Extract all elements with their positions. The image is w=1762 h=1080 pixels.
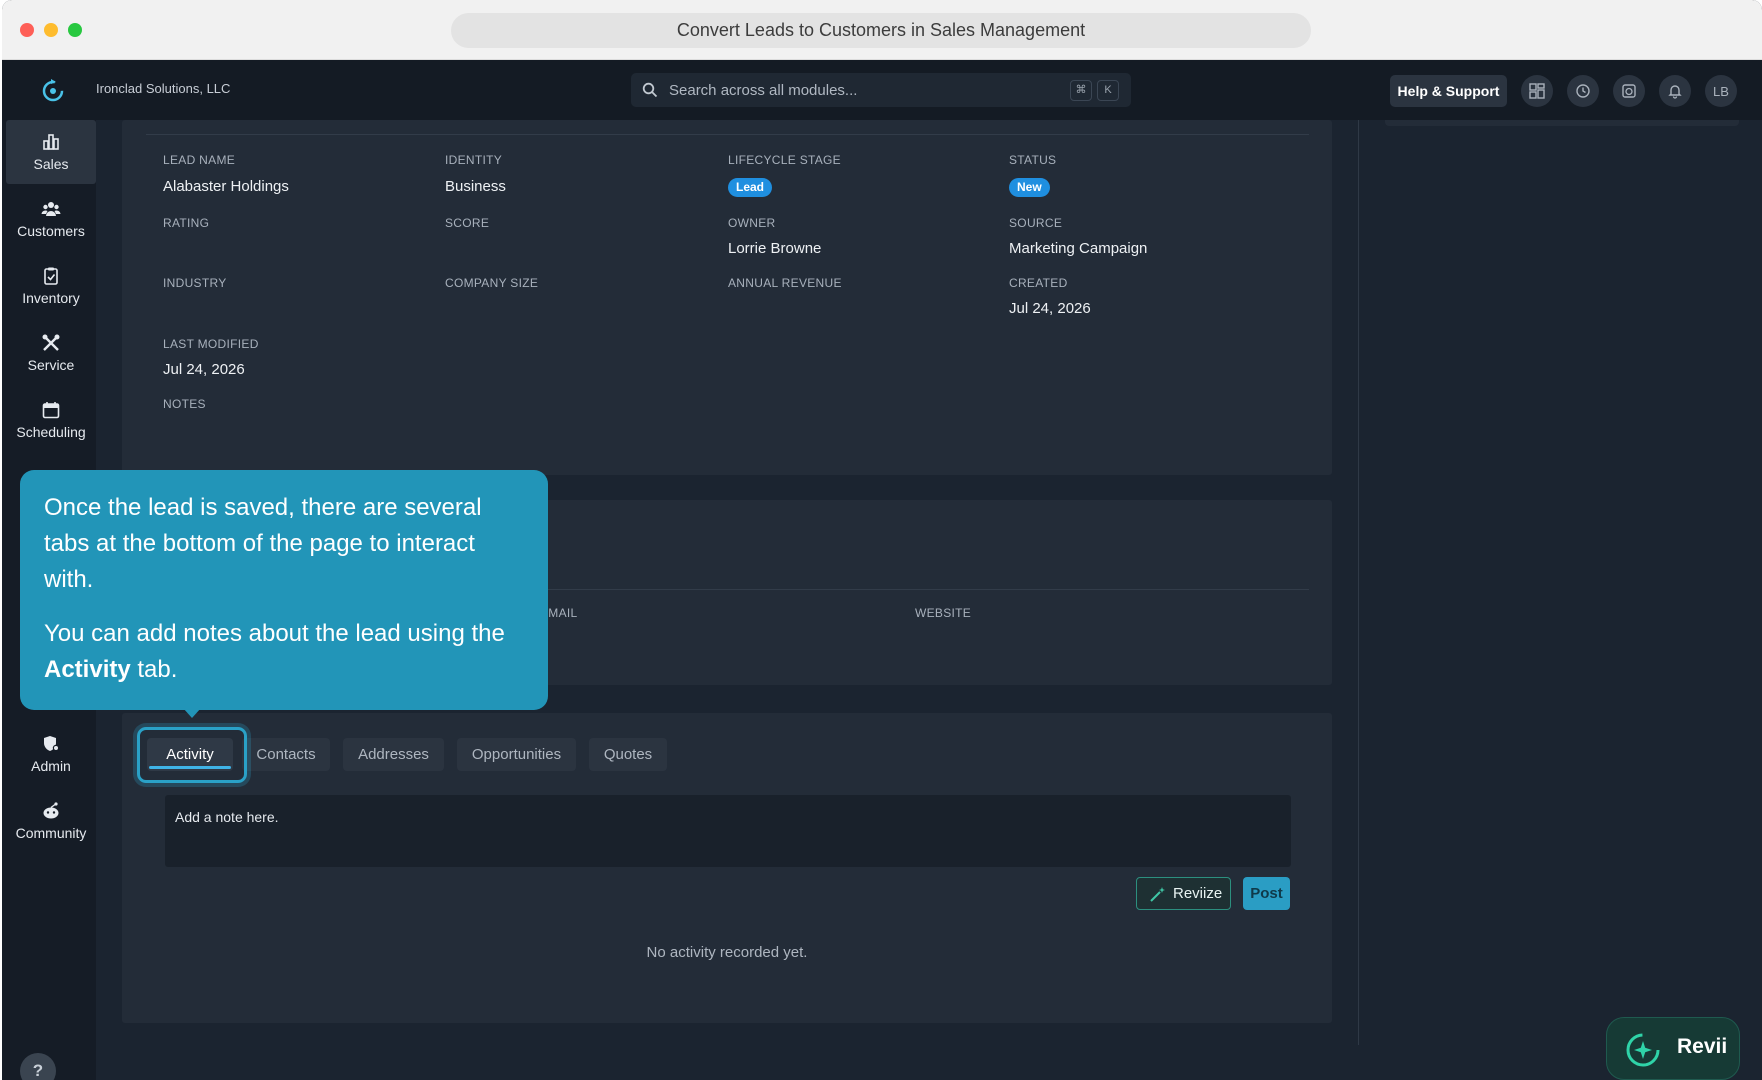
lead-details-card [122,120,1332,475]
section-divider [146,134,1309,135]
post-button[interactable]: Post [1243,877,1290,910]
browser-titlebar: Convert Leads to Customers in Sales Mana… [2,0,1762,60]
sidebar-item-label: Scheduling [16,424,86,440]
tooltip-text-2: You can add notes about the lead using t… [44,620,505,683]
score-label: SCORE [445,216,490,230]
company-size-label: COMPANY SIZE [445,276,539,290]
reviize-label: Reviize [1173,885,1223,902]
source-value: Marketing Campaign [1009,240,1148,257]
sidebar-item-community[interactable]: Community [6,789,96,853]
sidebar-item-label: Customers [17,223,85,239]
search-input[interactable]: Search across all modules... [669,82,857,99]
kbd-cmd-key: ⌘ [1070,80,1092,101]
tab-opportunities[interactable]: Opportunities [457,738,576,771]
close-window-button[interactable] [20,23,34,37]
right-panel-divider [1358,120,1359,1045]
activity-tab-highlight [137,727,247,783]
tooltip-text-1: Once the lead is saved, there are severa… [44,494,482,593]
last-modified-label: LAST MODIFIED [163,337,259,351]
lifecycle-stage-badge: Lead [728,178,773,197]
sidebar-item-label: Inventory [22,290,80,306]
status-label: STATUS [1009,153,1057,167]
rating-label: RATING [163,216,210,230]
created-label: CREATED [1009,276,1068,290]
notes-label: NOTES [163,397,206,411]
right-panel-card [1385,120,1739,126]
user-avatar[interactable]: LB [1705,75,1737,107]
sidebar-item-inventory[interactable]: Inventory [6,254,96,318]
magic-wand-icon [1150,887,1165,902]
annual-revenue-label: ANNUAL REVENUE [728,276,842,290]
calendar-icon [42,402,60,419]
kbd-k-key: K [1097,80,1119,101]
sidebar-item-label: Service [27,357,75,373]
sidebar-item-admin[interactable]: Admin [6,722,96,786]
tooltip-arrow [183,708,201,718]
industry-label: INDUSTRY [163,276,227,290]
sidebar-item-customers[interactable]: Customers [6,187,96,251]
tools-icon [42,334,60,351]
created-value: Jul 24, 2026 [1009,300,1091,317]
reviize-button[interactable]: Reviize [1136,877,1231,910]
sidebar-item-scheduling[interactable]: Scheduling [6,388,96,452]
sidebar-item-label: Community [15,825,87,841]
walkthrough-tooltip: Once the lead is saved, there are severa… [20,470,548,710]
company-name: Ironclad Solutions, LLC [96,81,231,96]
bell-icon[interactable] [1659,75,1691,107]
lead-name-label: LEAD NAME [163,153,236,167]
sidebar-item-label: Admin [31,758,71,774]
window-title: Convert Leads to Customers in Sales Mana… [451,13,1311,48]
dashboard-icon[interactable] [1521,75,1553,107]
tab-addresses[interactable]: Addresses [343,738,444,771]
timer-icon[interactable] [1613,75,1645,107]
sidebar-item-label: Sales [33,156,69,172]
app-header: Ironclad Solutions, LLC Search across al… [2,60,1762,120]
owner-label: OWNER [728,216,776,230]
sidebar-item-sales[interactable]: Sales [6,120,96,184]
status-badge: New [1009,178,1050,197]
identity-label: IDENTITY [445,153,503,167]
lead-name-value: Alabaster Holdings [163,178,289,195]
revii-label: Revii [1677,1035,1728,1058]
app-logo-icon[interactable] [38,75,68,105]
minimize-window-button[interactable] [44,23,58,37]
source-label: SOURCE [1009,216,1063,230]
tab-contacts[interactable]: Contacts [242,738,330,771]
global-search[interactable]: Search across all modules... ⌘ K [631,73,1131,107]
last-modified-value: Jul 24, 2026 [163,361,245,378]
empty-activity-message: No activity recorded yet. [646,944,808,961]
history-icon[interactable] [1567,75,1599,107]
bar-chart-icon [43,134,59,150]
identity-value: Business [445,178,506,195]
admin-gear-icon [44,736,60,752]
note-input[interactable]: Add a note here. [165,795,1291,867]
help-support-button[interactable]: Help & Support [1390,75,1507,107]
revii-sparkle-icon [1626,1033,1660,1067]
revii-assistant-button[interactable]: Revii [1606,1017,1740,1080]
search-icon [642,82,658,98]
owner-value: Lorrie Browne [728,240,822,257]
lifecycle-stage-label: LIFECYCLE STAGE [728,153,841,167]
tab-quotes[interactable]: Quotes [589,738,667,771]
app-window: Convert Leads to Customers in Sales Mana… [2,0,1762,1080]
website-label: WEBSITE [915,606,972,620]
people-icon [41,202,61,216]
clipboard-icon [44,267,58,285]
maximize-window-button[interactable] [68,23,82,37]
community-icon [43,802,59,819]
help-fab-button[interactable]: ? [20,1053,56,1080]
sidebar-item-service[interactable]: Service [6,321,96,385]
